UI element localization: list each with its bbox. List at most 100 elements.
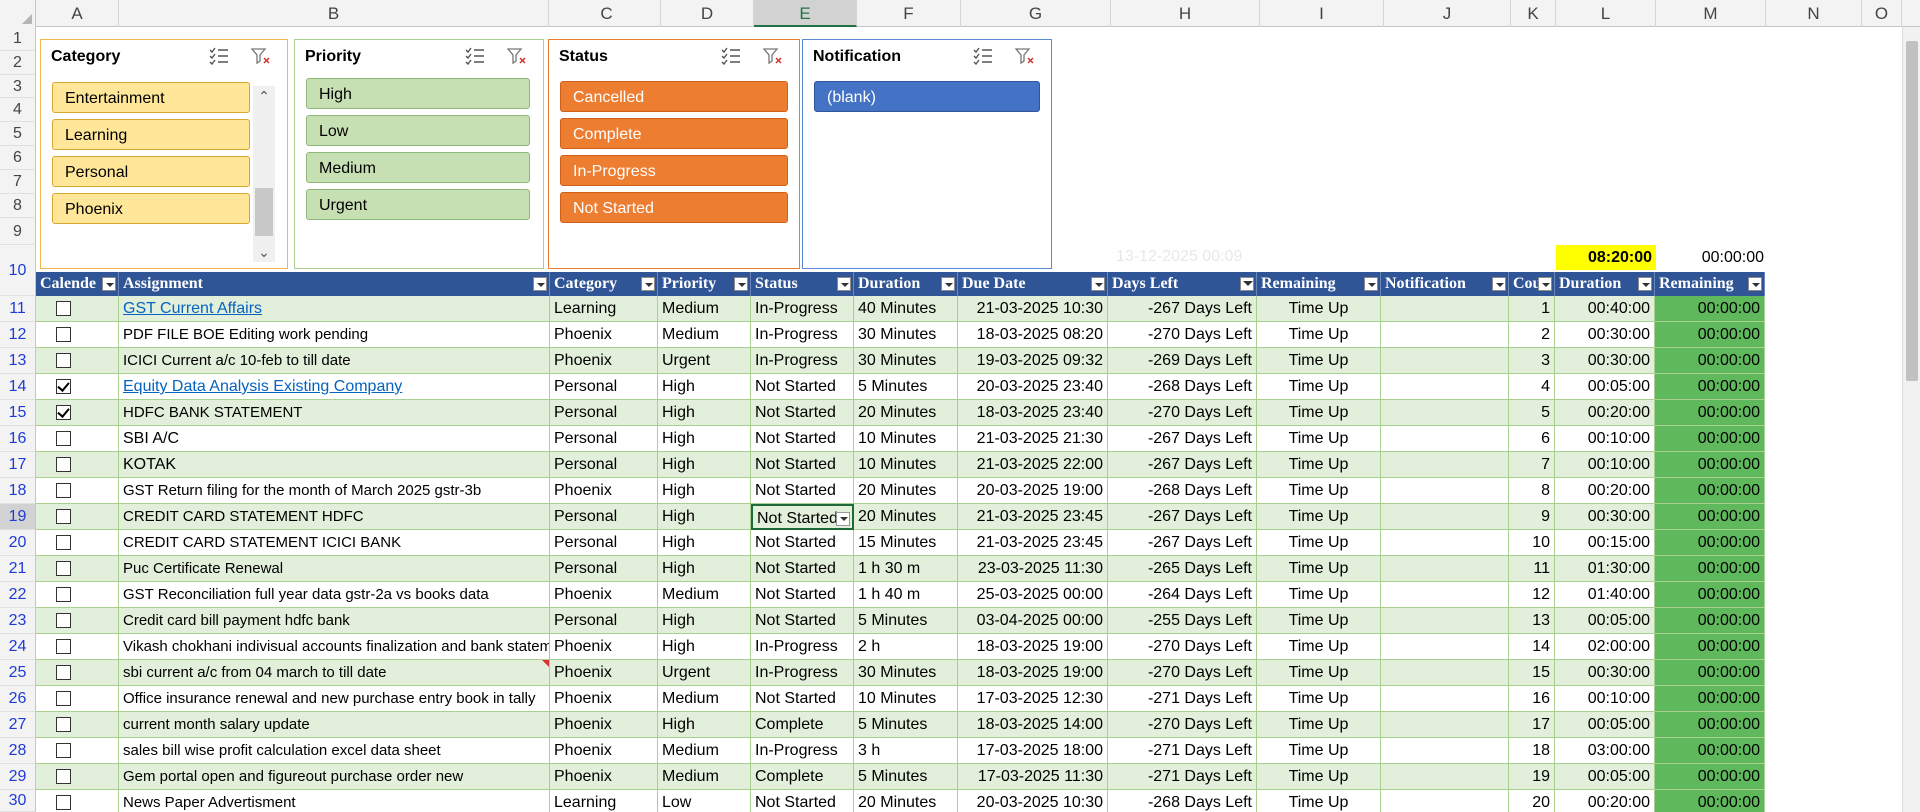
slicer-item-complete[interactable]: Complete — [560, 118, 788, 149]
cell-dur2[interactable]: 00:30:00 — [1555, 322, 1655, 348]
row-header-12[interactable]: 12 — [0, 322, 36, 348]
cell-count[interactable]: 11 — [1509, 556, 1555, 582]
row-header-18[interactable]: 18 — [0, 478, 36, 504]
cell-notification[interactable] — [1381, 556, 1509, 582]
cell-notification[interactable] — [1381, 712, 1509, 738]
slicer-item-phoenix[interactable]: Phoenix — [52, 193, 250, 224]
cell-status[interactable]: Complete — [751, 712, 854, 738]
cell-remaining[interactable]: Time Up — [1257, 478, 1381, 504]
cell-due[interactable]: 18-03-2025 19:00 — [958, 634, 1108, 660]
cell-status[interactable]: Not Started — [751, 478, 854, 504]
cell-rem2[interactable]: 00:00:00 — [1655, 504, 1765, 530]
row-header-1[interactable]: 1 — [0, 27, 36, 51]
cell-remaining[interactable]: Time Up — [1257, 452, 1381, 478]
column-header-m[interactable]: M — [1656, 0, 1766, 27]
row-header-30[interactable]: 30 — [0, 790, 36, 812]
cell-count[interactable]: 13 — [1509, 608, 1555, 634]
cell-dur2[interactable]: 00:10:00 — [1555, 686, 1655, 712]
calendar-cell[interactable] — [36, 296, 119, 322]
filter-dropdown-icon[interactable] — [837, 277, 851, 291]
column-header-n[interactable]: N — [1766, 0, 1862, 27]
cell-rem2[interactable]: 00:00:00 — [1655, 712, 1765, 738]
cell-duration[interactable]: 30 Minutes — [854, 348, 958, 374]
cell-notification[interactable] — [1381, 660, 1509, 686]
calendar-checkbox[interactable] — [56, 561, 71, 576]
calendar-cell[interactable] — [36, 738, 119, 764]
cell-due[interactable]: 17-03-2025 18:00 — [958, 738, 1108, 764]
cell-notification[interactable] — [1381, 738, 1509, 764]
cell-category[interactable]: Phoenix — [550, 322, 658, 348]
cell-remaining[interactable]: Time Up — [1257, 608, 1381, 634]
filter-dropdown-icon[interactable] — [1538, 277, 1552, 291]
cell-due[interactable]: 21-03-2025 22:00 — [958, 452, 1108, 478]
row-header-20[interactable]: 20 — [0, 530, 36, 556]
cell-days-left[interactable]: -267 Days Left — [1108, 452, 1257, 478]
cell-status[interactable]: Not Started — [751, 608, 854, 634]
calendar-checkbox[interactable] — [56, 613, 71, 628]
calendar-checkbox[interactable] — [56, 353, 71, 368]
cell-notification[interactable] — [1381, 530, 1509, 556]
cell-dur2[interactable]: 00:20:00 — [1555, 400, 1655, 426]
row-header-8[interactable]: 8 — [0, 194, 36, 218]
cell-dur2[interactable]: 01:40:00 — [1555, 582, 1655, 608]
clear-filter-icon[interactable] — [507, 47, 527, 65]
cell-duration[interactable]: 40 Minutes — [854, 296, 958, 322]
cell-priority[interactable]: High — [658, 556, 751, 582]
cell-remaining[interactable]: Time Up — [1257, 686, 1381, 712]
cell-category[interactable]: Phoenix — [550, 660, 658, 686]
filter-dropdown-icon[interactable] — [641, 277, 655, 291]
row-header-14[interactable]: 14 — [0, 374, 36, 400]
cell-category[interactable]: Personal — [550, 504, 658, 530]
cell-dur2[interactable]: 02:00:00 — [1555, 634, 1655, 660]
cell-duration[interactable]: 20 Minutes — [854, 790, 958, 812]
cell-priority[interactable]: High — [658, 504, 751, 530]
calendar-cell[interactable] — [36, 634, 119, 660]
slicer-item-not-started[interactable]: Not Started — [560, 192, 788, 223]
cell-dur2[interactable]: 00:05:00 — [1555, 712, 1655, 738]
calendar-cell[interactable] — [36, 790, 119, 812]
cell-duration[interactable]: 5 Minutes — [854, 608, 958, 634]
cell-status[interactable]: Not Started — [751, 530, 854, 556]
slicer-item-blank[interactable]: (blank) — [814, 81, 1040, 112]
row-header-19[interactable]: 19 — [0, 504, 36, 530]
cell-category[interactable]: Phoenix — [550, 686, 658, 712]
cell-duration[interactable]: 15 Minutes — [854, 530, 958, 556]
cell-rem2[interactable]: 00:00:00 — [1655, 738, 1765, 764]
cell-assignment[interactable]: sbi current a/c from 04 march to till da… — [119, 660, 550, 686]
cell-count[interactable]: 2 — [1509, 322, 1555, 348]
cell-days-left[interactable]: -270 Days Left — [1108, 660, 1257, 686]
column-header-c[interactable]: C — [553, 0, 661, 27]
cell-count[interactable]: 9 — [1509, 504, 1555, 530]
cell-due[interactable]: 18-03-2025 08:20 — [958, 322, 1108, 348]
cell-priority[interactable]: Medium — [658, 296, 751, 322]
cell-category[interactable]: Learning — [550, 790, 658, 812]
cell-notification[interactable] — [1381, 400, 1509, 426]
cell-rem2[interactable]: 00:00:00 — [1655, 634, 1765, 660]
cell-category[interactable]: Phoenix — [550, 712, 658, 738]
cell-remaining[interactable]: Time Up — [1257, 790, 1381, 812]
cell-remaining[interactable]: Time Up — [1257, 426, 1381, 452]
slicer-item-medium[interactable]: Medium — [306, 152, 530, 183]
cell-assignment[interactable]: sales bill wise profit calculation excel… — [119, 738, 550, 764]
cell-rem2[interactable]: 00:00:00 — [1655, 478, 1765, 504]
cell-remaining[interactable]: Time Up — [1257, 556, 1381, 582]
cell-remaining[interactable]: Time Up — [1257, 712, 1381, 738]
cell-duration[interactable]: 5 Minutes — [854, 374, 958, 400]
cell-category[interactable]: Phoenix — [550, 348, 658, 374]
cell-dur2[interactable]: 00:05:00 — [1555, 608, 1655, 634]
cell-category[interactable]: Personal — [550, 426, 658, 452]
cell-notification[interactable] — [1381, 608, 1509, 634]
cell-rem2[interactable]: 00:00:00 — [1655, 686, 1765, 712]
column-header-g[interactable]: G — [961, 0, 1111, 27]
column-header-l[interactable]: L — [1556, 0, 1656, 27]
cell-category[interactable]: Phoenix — [550, 582, 658, 608]
cell-remaining[interactable]: Time Up — [1257, 660, 1381, 686]
cell-count[interactable]: 6 — [1509, 426, 1555, 452]
cell-remaining[interactable]: Time Up — [1257, 764, 1381, 790]
calendar-checkbox[interactable] — [56, 587, 71, 602]
cell-rem2[interactable]: 00:00:00 — [1655, 348, 1765, 374]
filter-dropdown-icon[interactable] — [941, 277, 955, 291]
row-header-29[interactable]: 29 — [0, 764, 36, 790]
cell-notification[interactable] — [1381, 764, 1509, 790]
cell-count[interactable]: 19 — [1509, 764, 1555, 790]
